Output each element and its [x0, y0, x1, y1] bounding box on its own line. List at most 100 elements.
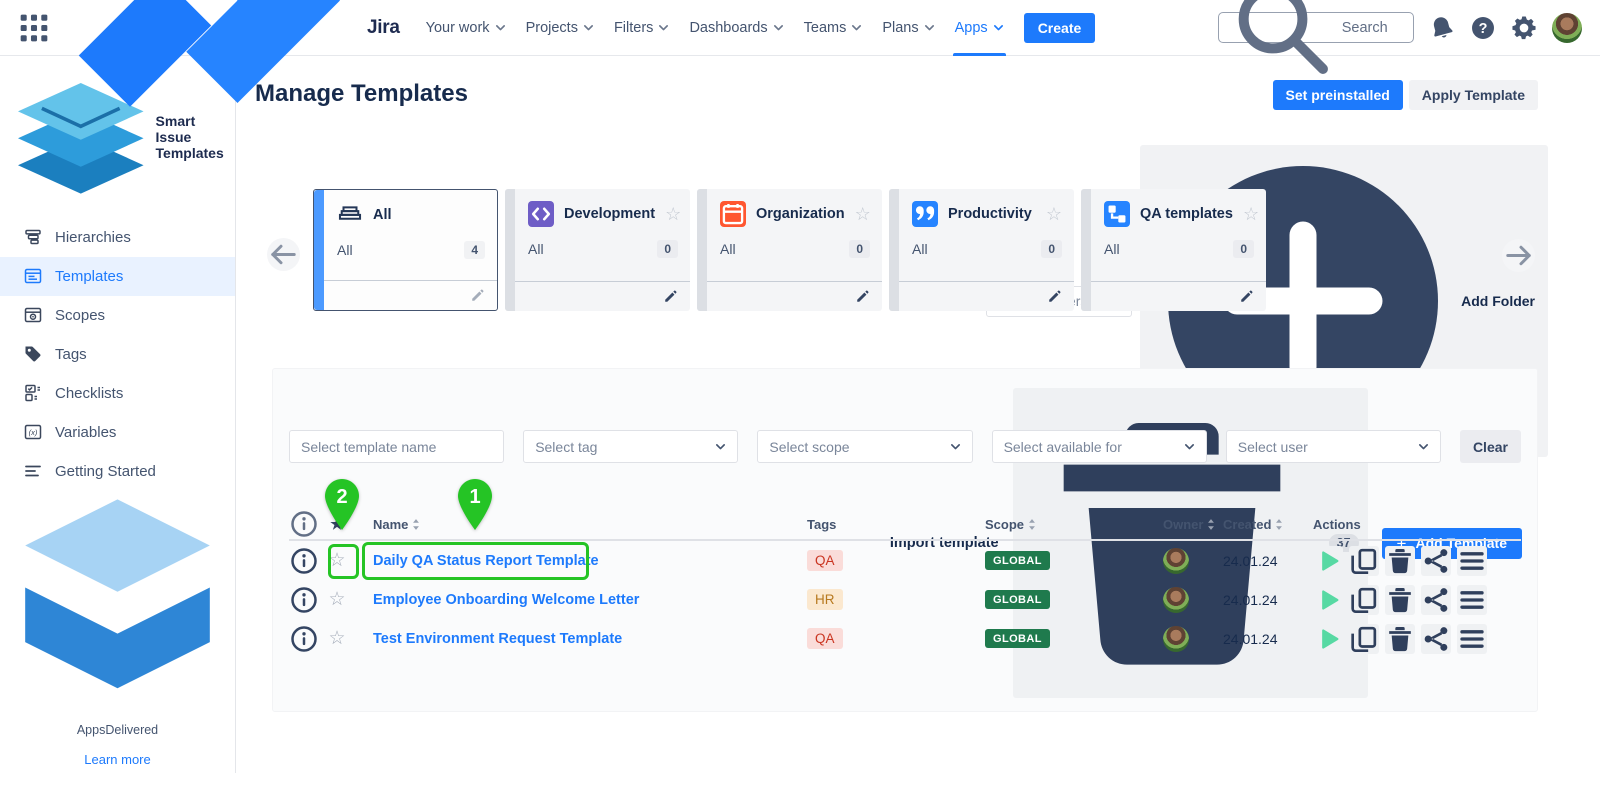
- app-switcher-icon[interactable]: [18, 12, 50, 44]
- chevron-down-icon: [924, 24, 935, 32]
- apply-play-button[interactable]: [1313, 546, 1343, 576]
- favorite-column-header[interactable]: ★: [319, 515, 355, 533]
- svg-text:1: 1: [469, 486, 480, 508]
- folder-count-badge: 4: [464, 241, 485, 259]
- hierarchies-icon: [23, 227, 43, 247]
- template-name-link[interactable]: Test Environment Request Template: [355, 631, 807, 647]
- delete-button[interactable]: [1385, 546, 1415, 576]
- folder-favorite-star-icon[interactable]: ☆: [1243, 205, 1259, 223]
- filter-select-select-user[interactable]: Select user: [1226, 430, 1441, 463]
- folder-favorite-star-icon[interactable]: ☆: [1046, 205, 1062, 223]
- share-icon: [1421, 624, 1451, 654]
- chevron-down-icon: [658, 24, 669, 32]
- copy-button[interactable]: [1349, 624, 1379, 654]
- nav-item-projects[interactable]: Projects: [516, 0, 604, 56]
- more-menu-button[interactable]: [1457, 585, 1487, 615]
- sidebar-item-variables[interactable]: (x)Variables: [0, 413, 235, 452]
- template-filters: Select tag Select scope Select available f…: [289, 430, 1521, 463]
- clear-filters-button[interactable]: Clear: [1460, 430, 1521, 463]
- filter-select-select-available-for[interactable]: Select available for: [992, 430, 1207, 463]
- sidebar-item-checklists[interactable]: Checklists: [0, 374, 235, 413]
- sort-icon: [1275, 518, 1283, 531]
- template-info-icon[interactable]: [289, 585, 319, 615]
- edit-folder-pencil-icon[interactable]: [1239, 288, 1255, 304]
- sidebar-item-tags[interactable]: Tags: [0, 335, 235, 374]
- carousel-right-arrow-button[interactable]: [1502, 239, 1535, 272]
- template-name-link[interactable]: Employee Onboarding Welcome Letter: [355, 592, 807, 608]
- delete-button[interactable]: [1385, 624, 1415, 654]
- folder-card-development[interactable]: Development☆All0: [505, 189, 690, 311]
- more-menu-button[interactable]: [1457, 546, 1487, 576]
- learn-more-link[interactable]: Learn more: [0, 752, 235, 767]
- apply-play-button[interactable]: [1313, 585, 1343, 615]
- owner-column-header[interactable]: Owner: [1163, 517, 1223, 532]
- apply-play-button[interactable]: [1313, 624, 1343, 654]
- help-button[interactable]: ?: [1470, 15, 1496, 41]
- carousel-left-arrow-button[interactable]: [267, 238, 300, 271]
- favorite-star-icon[interactable]: ☆: [319, 590, 355, 609]
- folder-card-organization[interactable]: Organization☆All0: [697, 189, 882, 311]
- set-preinstalled-button[interactable]: Set preinstalled: [1273, 80, 1403, 110]
- sidebar-item-scopes[interactable]: Scopes: [0, 296, 235, 335]
- favorite-star-icon[interactable]: ☆: [319, 629, 355, 648]
- menu-icon: [1457, 624, 1487, 654]
- folder-count-badge: 0: [849, 240, 870, 258]
- jira-logo[interactable]: Jira: [60, 0, 400, 178]
- nav-item-dashboards[interactable]: Dashboards: [679, 0, 793, 56]
- edit-folder-pencil-icon[interactable]: [663, 288, 679, 304]
- search-input[interactable]: [1342, 20, 1403, 36]
- nav-item-apps[interactable]: Apps: [945, 0, 1014, 56]
- copy-button[interactable]: [1349, 585, 1379, 615]
- sidebar-item-getting-started[interactable]: Getting Started: [0, 452, 235, 491]
- template-name-link[interactable]: Daily QA Status Report Template: [355, 553, 807, 569]
- gear-icon: [1511, 15, 1537, 41]
- apply-template-button[interactable]: Apply Template: [1409, 80, 1538, 110]
- create-button[interactable]: Create: [1024, 13, 1096, 43]
- name-column-header[interactable]: Name: [355, 517, 807, 532]
- edit-folder-pencil-icon[interactable]: [855, 288, 871, 304]
- sidebar-item-label: Variables: [55, 424, 116, 441]
- tags-icon: [23, 344, 43, 364]
- edit-folder-pencil-icon[interactable]: [1047, 288, 1063, 304]
- sidebar-item-templates[interactable]: Templates: [0, 257, 235, 296]
- help-icon: ?: [1470, 15, 1496, 41]
- filter-text-input[interactable]: [301, 439, 492, 455]
- filter-input-select-template-name[interactable]: [289, 430, 504, 463]
- tag-badge: QA: [807, 550, 843, 571]
- edit-folder-pencil-icon[interactable]: [470, 287, 486, 303]
- folder-card-accent-strip: [505, 189, 515, 311]
- copy-icon: [1349, 546, 1379, 576]
- nav-item-your-work[interactable]: Your work: [416, 0, 516, 56]
- share-button[interactable]: [1421, 585, 1451, 615]
- folder-card-all[interactable]: AllAll4: [313, 189, 498, 311]
- sidebar-item-hierarchies[interactable]: Hierarchies: [0, 218, 235, 257]
- favorite-star-icon[interactable]: ☆: [319, 551, 355, 570]
- created-column-header[interactable]: Created: [1223, 517, 1313, 532]
- nav-item-plans[interactable]: Plans: [872, 0, 944, 56]
- user-avatar[interactable]: [1552, 13, 1582, 43]
- share-button[interactable]: [1421, 546, 1451, 576]
- nav-item-teams[interactable]: Teams: [794, 0, 873, 56]
- copy-button[interactable]: [1349, 546, 1379, 576]
- sidebar-footer: AppsDelivered Learn more: [0, 491, 235, 805]
- folder-favorite-star-icon[interactable]: ☆: [855, 205, 871, 223]
- folder-card-productivity[interactable]: Productivity☆All0: [889, 189, 1074, 311]
- template-info-icon[interactable]: [289, 546, 319, 576]
- share-button[interactable]: [1421, 624, 1451, 654]
- jira-app-screen: Jira Your workProjectsFiltersDashboardsT…: [0, 0, 1600, 773]
- created-date: 24.01.24: [1223, 631, 1313, 647]
- more-menu-button[interactable]: [1457, 624, 1487, 654]
- scope-column-header[interactable]: Scope: [985, 517, 1163, 532]
- filter-select-select-tag[interactable]: Select tag: [523, 430, 738, 463]
- template-info-icon[interactable]: [289, 624, 319, 654]
- folder-favorite-star-icon[interactable]: ☆: [665, 205, 681, 223]
- created-date: 24.01.24: [1223, 553, 1313, 569]
- nav-item-filters[interactable]: Filters: [604, 0, 679, 56]
- notifications-button[interactable]: [1429, 15, 1455, 41]
- template-row-employee-onboarding-welcome-letter: ☆Employee Onboarding Welcome LetterHRGLO…: [289, 580, 1521, 619]
- folder-card-qa-templates[interactable]: QA templates☆All0: [1081, 189, 1266, 311]
- delete-button[interactable]: [1385, 585, 1415, 615]
- settings-button[interactable]: [1511, 15, 1537, 41]
- filter-select-select-scope[interactable]: Select scope: [757, 430, 972, 463]
- nav-search-box[interactable]: [1218, 12, 1414, 43]
